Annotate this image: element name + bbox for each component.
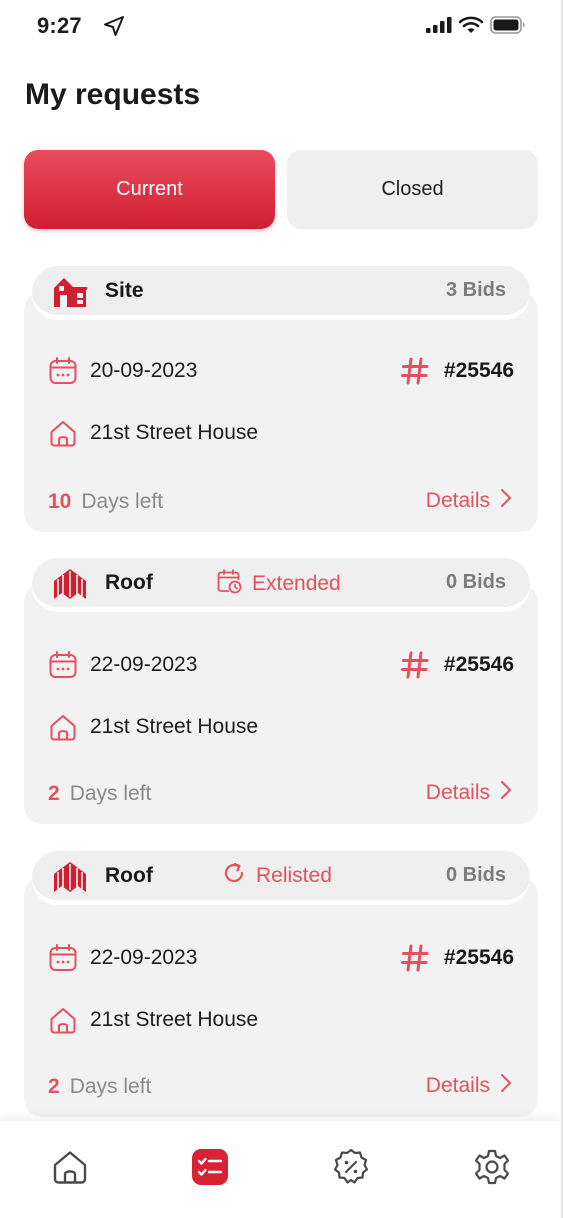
home-icon (51, 1148, 89, 1191)
request-date: 20-09-2023 (90, 359, 198, 382)
request-card-body: 22-09-2023 #25546 21st Street House 2 Da… (24, 584, 538, 824)
category-label: Roof (105, 571, 153, 594)
address-row: 21st Street House (48, 418, 258, 448)
cellular-signal-icon (426, 17, 452, 38)
date-row: 22-09-2023 (48, 943, 197, 973)
chevron-right-icon (500, 780, 512, 806)
calendar-icon (48, 356, 78, 386)
address-row: 21st Street House (48, 712, 258, 742)
refresh-icon (222, 861, 246, 891)
category-label: Roof (105, 864, 153, 887)
home-outline-icon (48, 418, 78, 448)
calendar-icon (48, 650, 78, 680)
request-date: 22-09-2023 (90, 653, 198, 676)
bids-count: 0 Bids (445, 864, 506, 886)
nav-offers[interactable] (331, 1147, 371, 1192)
request-reference: #25546 (443, 946, 514, 969)
page-title: My requests (25, 78, 201, 111)
date-row: 20-09-2023 (48, 356, 197, 386)
details-label: Details (425, 1074, 490, 1097)
days-left: 2 Days left (48, 782, 151, 806)
home-outline-icon (48, 712, 78, 742)
nav-settings[interactable] (472, 1149, 512, 1189)
details-label: Details (425, 781, 490, 804)
request-date: 22-09-2023 (90, 946, 198, 969)
days-left-label: Days left (81, 490, 164, 513)
request-card-body: 20-09-2023 #25546 21st Street House 10 D… (24, 292, 538, 532)
chevron-right-icon (500, 488, 512, 514)
status-tag-extended: Extended (216, 568, 341, 600)
details-link[interactable]: Details (426, 1073, 512, 1099)
calendar-clock-icon (216, 568, 242, 600)
nav-home[interactable] (50, 1149, 90, 1189)
location-arrow-icon (102, 14, 126, 43)
days-left-number: 2 (48, 1075, 60, 1098)
request-card-body: 22-09-2023 #25546 21st Street House 2 Da… (24, 877, 538, 1117)
request-reference: #25546 (443, 653, 514, 676)
status-tag-label: Relisted (256, 864, 332, 887)
address-row: 21st Street House (48, 1005, 258, 1035)
reference-row: #25546 (400, 356, 514, 386)
tab-closed[interactable]: Closed (287, 150, 538, 229)
status-bar: 9:27 (0, 0, 563, 52)
calendar-icon (48, 943, 78, 973)
settings-gear-icon (473, 1148, 511, 1191)
hash-icon (400, 356, 430, 386)
details-link[interactable]: Details (426, 488, 512, 514)
home-outline-icon (48, 1005, 78, 1035)
details-label: Details (425, 489, 490, 512)
status-tag-relisted: Relisted (222, 861, 332, 891)
date-row: 22-09-2023 (48, 650, 197, 680)
request-card[interactable]: 22-09-2023 #25546 21st Street House 2 Da… (24, 558, 538, 824)
hash-icon (400, 650, 430, 680)
request-tabs: Current Closed (24, 150, 538, 229)
discount-badge-icon (331, 1147, 371, 1192)
days-left-number: 2 (48, 782, 60, 805)
roof-icon (52, 860, 88, 899)
request-card-header: Roof Extended 0 Bids (32, 558, 530, 610)
request-card-header: Site 3 Bids (32, 266, 530, 318)
request-card[interactable]: 20-09-2023 #25546 21st Street House 10 D… (24, 266, 538, 532)
bids-count: 3 Bids (445, 279, 506, 301)
category-label: Site (105, 279, 144, 302)
request-card[interactable]: 22-09-2023 #25546 21st Street House 2 Da… (24, 851, 538, 1117)
reference-row: #25546 (400, 943, 514, 973)
days-left: 2 Days left (48, 1075, 151, 1099)
days-left-label: Days left (69, 782, 152, 805)
site-building-icon (52, 275, 88, 314)
bids-count: 0 Bids (445, 571, 506, 593)
chevron-right-icon (500, 1073, 512, 1099)
nav-requests[interactable] (190, 1148, 230, 1191)
details-link[interactable]: Details (426, 780, 512, 806)
wifi-icon (458, 16, 484, 39)
status-indicators (426, 16, 526, 39)
request-address: 21st Street House (90, 715, 259, 738)
hash-icon (400, 943, 430, 973)
days-left: 10 Days left (48, 490, 163, 514)
battery-icon (490, 16, 526, 39)
days-left-label: Days left (69, 1075, 152, 1098)
request-reference: #25546 (443, 359, 514, 382)
request-card-header: Roof Relisted 0 Bids (32, 851, 530, 903)
bottom-navigation (0, 1121, 563, 1218)
days-left-number: 10 (48, 490, 72, 513)
request-address: 21st Street House (90, 1008, 259, 1031)
reference-row: #25546 (400, 650, 514, 680)
requests-list-icon (191, 1148, 229, 1191)
request-address: 21st Street House (90, 421, 259, 444)
status-time: 9:27 (37, 13, 82, 38)
roof-icon (52, 567, 88, 606)
tab-current[interactable]: Current (24, 150, 275, 229)
status-tag-label: Extended (252, 572, 341, 595)
